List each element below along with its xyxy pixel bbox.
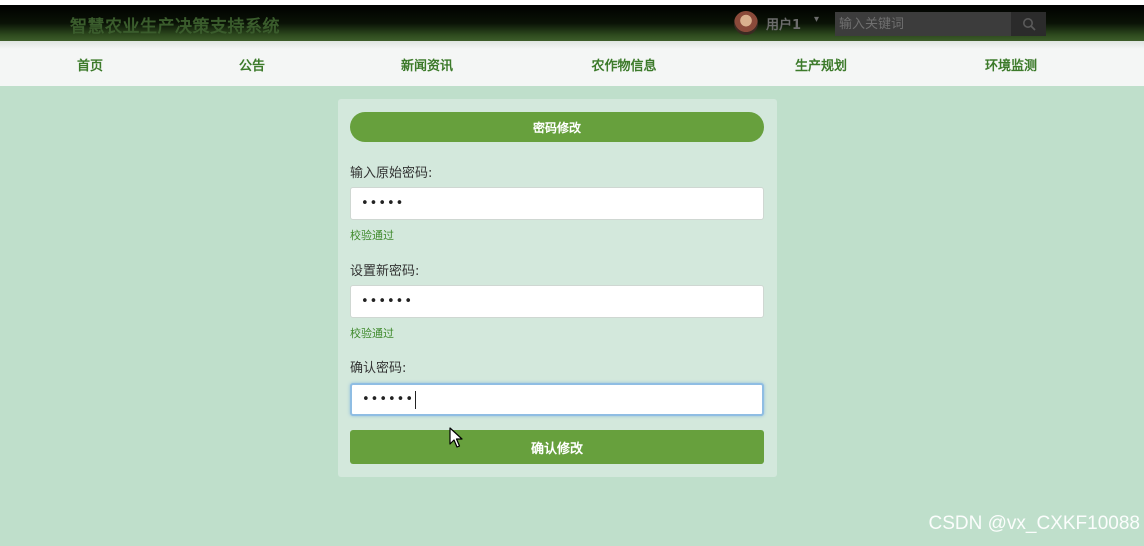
nav-item-home[interactable]: 首页 xyxy=(77,55,103,74)
search-input[interactable] xyxy=(835,12,1011,36)
text-caret xyxy=(415,390,417,409)
new-password-value: •••••• xyxy=(361,294,414,309)
nav-item-production-planning[interactable]: 生产规划 xyxy=(795,55,847,74)
top-bar: 智慧农业生产决策支持系统 用户1 ▾ xyxy=(0,5,1144,41)
user-menu-chevron-icon[interactable]: ▾ xyxy=(814,14,819,25)
form-title: 密码修改 xyxy=(350,112,764,142)
watermark: CSDN @vx_CXKF10088 xyxy=(928,513,1140,534)
mouse-pointer-icon xyxy=(449,427,463,448)
search-button[interactable] xyxy=(1011,12,1046,36)
old-password-validation: 校验通过 xyxy=(350,229,394,242)
confirm-password-value: •••••• xyxy=(362,392,415,407)
search-icon xyxy=(1022,18,1036,31)
confirm-password-input[interactable]: •••••• xyxy=(350,383,764,416)
nav-item-news[interactable]: 新闻资讯 xyxy=(401,55,453,74)
new-password-validation: 校验通过 xyxy=(350,327,394,340)
confirm-password-label: 确认密码: xyxy=(350,361,407,376)
password-change-card: 密码修改 输入原始密码: ••••• 校验通过 设置新密码: •••••• 校验… xyxy=(338,99,777,477)
new-password-input[interactable]: •••••• xyxy=(350,285,764,318)
old-password-value: ••••• xyxy=(361,196,405,211)
nav-item-environment-monitoring[interactable]: 环境监测 xyxy=(985,55,1037,74)
new-password-label: 设置新密码: xyxy=(350,264,420,279)
app-title: 智慧农业生产决策支持系统 xyxy=(70,17,280,37)
page: 智慧农业生产决策支持系统 用户1 ▾ 首页 公告 新闻资讯 农作物信息 生产规划… xyxy=(0,5,1144,546)
old-password-input[interactable]: ••••• xyxy=(350,187,764,220)
old-password-label: 输入原始密码: xyxy=(350,166,433,181)
confirm-change-button[interactable]: 确认修改 xyxy=(350,430,764,464)
nav-item-announcements[interactable]: 公告 xyxy=(239,55,265,74)
user-name[interactable]: 用户1 xyxy=(766,14,801,33)
main-nav: 首页 公告 新闻资讯 农作物信息 生产规划 环境监测 xyxy=(0,41,1144,86)
user-avatar[interactable] xyxy=(734,11,758,35)
nav-item-crop-info[interactable]: 农作物信息 xyxy=(591,55,656,74)
